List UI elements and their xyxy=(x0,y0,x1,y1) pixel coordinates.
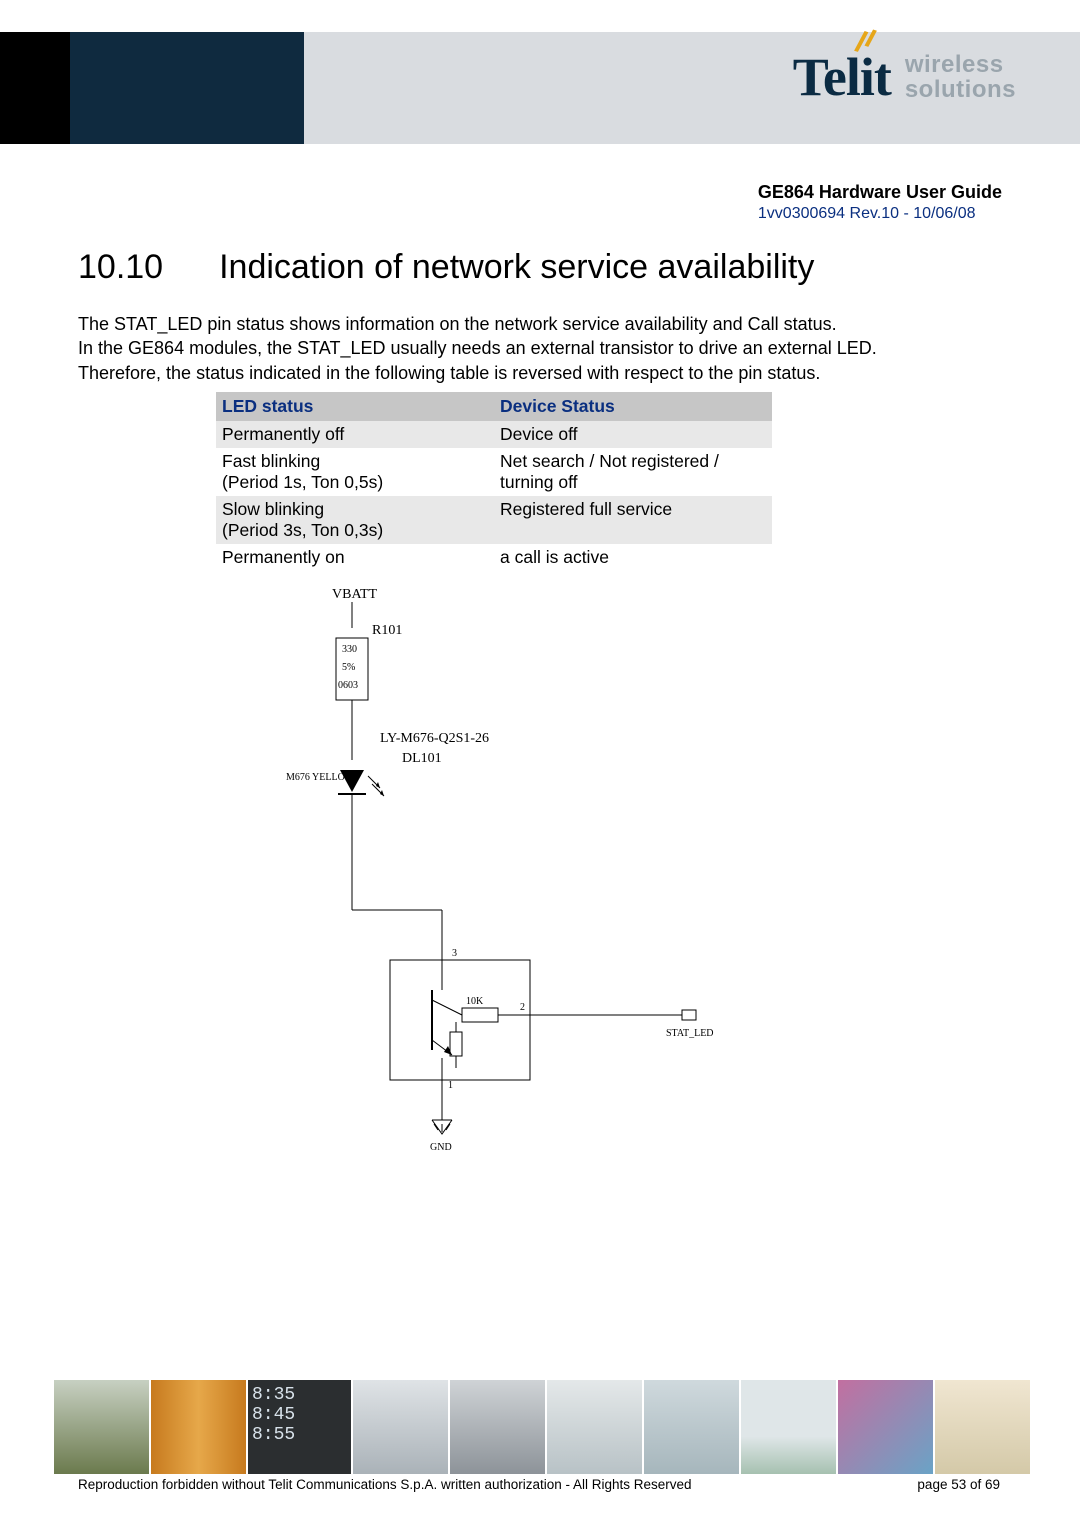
label-led-part: LY-M676-Q2S1-26 xyxy=(380,731,489,746)
footer-tile xyxy=(450,1380,545,1474)
label-gnd: GND xyxy=(430,1142,452,1153)
th-led-status: LED status xyxy=(216,392,494,421)
section-number: 10.10 xyxy=(78,248,163,287)
brand-tagline-2: solutions xyxy=(905,77,1016,102)
para-line-2: In the GE864 modules, the STAT_LED usual… xyxy=(78,336,998,360)
brand-logo: Telit wireless solutions xyxy=(793,46,1016,108)
table-row: Slow blinking (Period 3s, Ton 0,3s) Regi… xyxy=(216,496,772,544)
cell: Fast blinking (Period 1s, Ton 0,5s) xyxy=(216,448,494,496)
brand-tagline: wireless solutions xyxy=(905,52,1016,102)
cell: a call is active xyxy=(494,544,772,571)
brand-tagline-1: wireless xyxy=(905,52,1016,77)
brand-name: Telit xyxy=(793,47,891,107)
cell: Registered full service xyxy=(494,496,772,544)
footer-tile xyxy=(54,1380,149,1474)
footer-tile xyxy=(838,1380,933,1474)
document-meta: GE864 Hardware User Guide 1vv0300694 Rev… xyxy=(758,182,1002,223)
label-signal: STAT_LED xyxy=(666,1028,714,1039)
cell: Net search / Not registered / turning of… xyxy=(494,448,772,496)
label-led-ref: DL101 xyxy=(402,751,442,766)
table-header-row: LED status Device Status xyxy=(216,392,772,421)
footer-page: page 53 of 69 xyxy=(917,1477,1000,1492)
led-status-table: LED status Device Status Permanently off… xyxy=(216,392,772,571)
footer-tile xyxy=(935,1380,1030,1474)
label-r101: R101 xyxy=(372,623,402,638)
footer-tile xyxy=(151,1380,246,1474)
label-r-pkg: 0603 xyxy=(338,680,358,691)
label-pin3: 3 xyxy=(452,948,457,959)
cell: Permanently off xyxy=(216,421,494,448)
cell: Permanently on xyxy=(216,544,494,571)
footer-image-strip: 8:35 8:45 8:55 xyxy=(54,1380,1030,1474)
footer-tile xyxy=(644,1380,739,1474)
footer-copyright: Reproduction forbidden without Telit Com… xyxy=(78,1477,692,1492)
table-row: Fast blinking (Period 1s, Ton 0,5s) Net … xyxy=(216,448,772,496)
footer-tile-clock: 8:35 8:45 8:55 xyxy=(248,1380,351,1474)
label-vbatt: VBATT xyxy=(332,587,378,602)
para-line-1: The STAT_LED pin status shows informatio… xyxy=(78,312,998,336)
footer-tile xyxy=(547,1380,642,1474)
label-r-tol: 5% xyxy=(342,662,355,673)
section-heading: 10.10 Indication of network service avai… xyxy=(78,248,814,287)
intro-paragraph: The STAT_LED pin status shows informatio… xyxy=(78,312,998,385)
th-device-status: Device Status xyxy=(494,392,772,421)
cell: Slow blinking (Period 3s, Ton 0,3s) xyxy=(216,496,494,544)
section-title: Indication of network service availabili… xyxy=(219,248,814,287)
schematic-diagram: VBATT R101 330 5% 0603 LY-M676-Q2S1-26 D… xyxy=(272,580,792,1180)
document-revision: 1vv0300694 Rev.10 - 10/06/08 xyxy=(758,205,1002,223)
table-row: Permanently off Device off xyxy=(216,421,772,448)
label-rbase: 10K xyxy=(466,996,484,1007)
label-r-value: 330 xyxy=(342,644,357,655)
brand-mark: Telit xyxy=(793,46,891,108)
header-black-block xyxy=(0,32,70,144)
footer-text: Reproduction forbidden without Telit Com… xyxy=(78,1477,1000,1492)
label-pin2: 2 xyxy=(520,1002,525,1013)
document-title: GE864 Hardware User Guide xyxy=(758,182,1002,203)
cell: Device off xyxy=(494,421,772,448)
label-pin1: 1 xyxy=(448,1080,453,1091)
table-row: Permanently on a call is active xyxy=(216,544,772,571)
footer-tile xyxy=(741,1380,836,1474)
para-line-3: Therefore, the status indicated in the f… xyxy=(78,361,998,385)
footer-tile xyxy=(353,1380,448,1474)
